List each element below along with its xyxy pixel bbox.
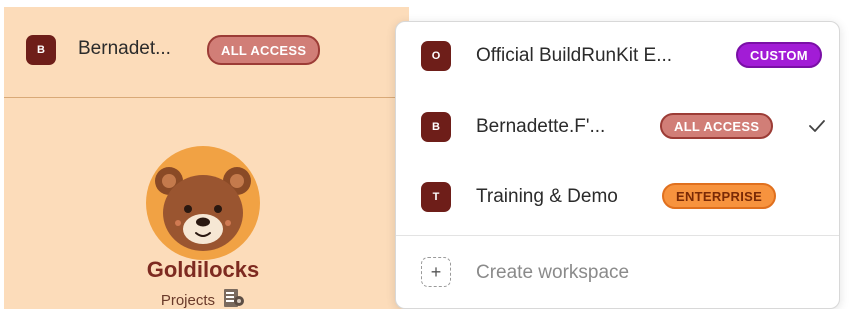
plan-badge: ALL ACCESS <box>207 35 321 65</box>
workspace-name: Bernadet... <box>78 38 171 59</box>
sidebar: B Bernadet... ALL ACCESS Goldilocks Proj… <box>4 7 409 309</box>
workspace-avatar: B <box>421 112 451 142</box>
workspace-avatar: B <box>26 35 56 65</box>
menu-item-official-buildrunkit[interactable]: O Official BuildRunKit E... CUSTOM <box>396 26 839 86</box>
app-screen: B Bernadet... ALL ACCESS Goldilocks Proj… <box>0 0 852 309</box>
plan-badge-custom: CUSTOM <box>736 42 822 68</box>
create-workspace-label: Create workspace <box>476 262 630 283</box>
workspace-avatar: T <box>421 182 451 212</box>
menu-item-bernadette[interactable]: B Bernadette.F'... ALL ACCESS <box>396 97 839 157</box>
workspace-menu: O Official BuildRunKit E... CUSTOM B Ber… <box>395 21 840 309</box>
plus-icon: + <box>421 257 451 287</box>
workspace-avatar: O <box>421 41 451 71</box>
plan-badge-enterprise: ENTERPRISE <box>662 183 777 209</box>
menu-item-training-demo[interactable]: T Training & Demo ENTERPRISE <box>396 167 839 227</box>
check-icon <box>809 120 825 132</box>
bear-icon <box>146 146 260 260</box>
logo-subtitle-text: Projects <box>160 292 215 309</box>
logo-title: Goldilocks <box>146 257 260 282</box>
plan-badge-all-access: ALL ACCESS <box>660 113 774 139</box>
logo-subtitle: Projects <box>133 288 273 309</box>
workspace-label: Training & Demo <box>476 186 618 207</box>
menu-divider <box>396 235 839 236</box>
create-workspace-button[interactable]: + Create workspace <box>396 244 839 304</box>
workspace-label: Official BuildRunKit E... <box>476 45 673 66</box>
workspace-switcher[interactable]: B Bernadet... ALL ACCESS <box>4 7 409 98</box>
workspace-label: Bernadette.F'... <box>476 116 606 137</box>
goldilocks-logo: Goldilocks Projects <box>133 141 273 309</box>
document-icon <box>224 289 245 307</box>
